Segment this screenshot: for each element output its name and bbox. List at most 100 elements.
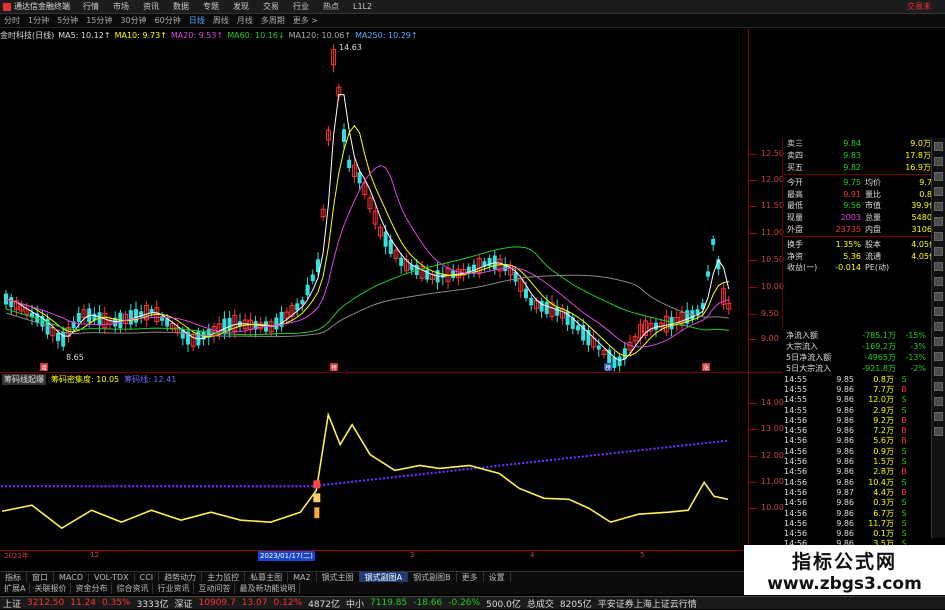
tool-icon[interactable]	[934, 337, 943, 346]
time-label: 5	[640, 551, 645, 559]
chip-dot	[633, 449, 636, 453]
period-day[interactable]: 日线	[185, 15, 209, 26]
tick-row: 14:55 9.85 0.8万 S	[784, 374, 907, 384]
chip-indicator-chart[interactable]	[0, 372, 748, 550]
chip-dot	[187, 485, 191, 488]
tool-icon[interactable]	[934, 367, 943, 376]
chip-dot	[88, 485, 91, 488]
period-multi[interactable]: 多周期	[257, 15, 289, 26]
period-week[interactable]: 周线	[209, 15, 233, 26]
chip-dot	[251, 485, 254, 488]
tool-icon[interactable]	[934, 217, 943, 226]
indicator-tab[interactable]: 私募主图	[245, 571, 289, 583]
chip-dot	[426, 472, 429, 475]
chip-dot	[68, 485, 71, 488]
chip-dot	[32, 485, 36, 488]
tool-icon[interactable]	[934, 427, 943, 436]
menu-item-hot[interactable]: 热点	[316, 1, 346, 12]
indicator-tab[interactable]: 主力监控	[202, 571, 246, 583]
period-fenshi[interactable]: 分时	[0, 15, 24, 26]
info-tab[interactable]: 综合资讯	[112, 582, 154, 594]
tool-icon[interactable]	[934, 187, 943, 196]
chip-dot	[549, 458, 553, 462]
info-tab[interactable]: 互动问答	[194, 582, 236, 594]
indicator-tab[interactable]: 设置	[484, 571, 511, 583]
menu-item-industry[interactable]: 行业	[286, 1, 316, 12]
candle	[383, 231, 388, 247]
chip-dot	[0, 485, 4, 488]
candle	[274, 317, 279, 330]
tool-icon[interactable]	[934, 142, 943, 151]
tool-icon[interactable]	[934, 262, 943, 271]
menu-item-market[interactable]: 市场	[106, 1, 136, 12]
chip-dot	[167, 485, 171, 488]
chip-dot	[430, 471, 433, 475]
indicator-tab[interactable]: CCI	[135, 572, 160, 582]
chip-dot	[617, 451, 620, 454]
indicator-tab[interactable]: 更多	[457, 571, 484, 583]
menu-item-quote[interactable]: 行情	[76, 1, 106, 12]
tool-icon[interactable]	[934, 397, 943, 406]
chip-dot	[163, 485, 167, 488]
tool-icon[interactable]	[934, 172, 943, 181]
indicator-tab[interactable]: VOL-TDX	[89, 572, 135, 582]
tool-icon[interactable]	[934, 382, 943, 391]
chip-dot	[60, 485, 63, 488]
indicator-tab[interactable]: 指标	[0, 571, 27, 583]
total-label: 总成交	[526, 599, 554, 610]
indicator-tab[interactable]: MACD	[54, 572, 89, 582]
chip-dot	[199, 485, 203, 488]
tool-icon[interactable]	[934, 157, 943, 166]
menu-item-topic[interactable]: 专题	[196, 1, 226, 12]
tool-icon[interactable]	[934, 307, 943, 316]
period-month[interactable]: 月线	[233, 15, 257, 26]
indicator-tab[interactable]: 钢式副图B	[408, 571, 457, 583]
menu-item-discover[interactable]: 发现	[226, 1, 256, 12]
chip-dot	[239, 485, 242, 488]
indicator-tab[interactable]: 钢式副图A	[359, 571, 409, 583]
candlestick-chart[interactable]: 14.63 8.65 增 榜 榜 涨	[0, 41, 748, 372]
chip-dot	[346, 481, 350, 484]
chip-dot	[327, 483, 330, 486]
chip-dot	[311, 484, 314, 488]
chip-dot	[637, 449, 640, 452]
indicator-tab[interactable]: 窗口	[27, 571, 54, 583]
menu-item-news[interactable]: 资讯	[136, 1, 166, 12]
chip-dot	[76, 485, 79, 488]
menu-item-trade[interactable]: 交易	[256, 1, 286, 12]
period-1min[interactable]: 1分钟	[24, 15, 53, 26]
info-tab[interactable]: 资金分布	[71, 582, 113, 594]
info-tab[interactable]: 行业资讯	[153, 582, 195, 594]
tool-icon[interactable]	[934, 277, 943, 286]
chip-dot	[100, 485, 103, 488]
info-tab[interactable]: 最及新功能说明	[235, 582, 301, 594]
tick-list[interactable]: 14:55 9.85 0.8万 S 14:55 9.86 7.7万 B 14:55 9.86 12.…	[782, 374, 945, 550]
indicator-tab[interactable]: MA2	[288, 572, 317, 582]
trade-login-button[interactable]: 交易未	[907, 1, 931, 12]
tool-icon[interactable]	[934, 247, 943, 256]
tool-icon[interactable]	[934, 232, 943, 241]
indicator-tab[interactable]: 钢式主图	[317, 571, 360, 583]
chip-dot	[374, 477, 378, 481]
period-5min[interactable]: 5分钟	[53, 15, 82, 26]
sh-label: 上证	[3, 599, 22, 610]
tool-icon[interactable]	[934, 322, 943, 331]
chip-dot	[502, 464, 505, 467]
period-more[interactable]: 更多 >	[289, 15, 322, 26]
ma-legend: 金时科技(日线) MA5: 10.12↑ MA10: 9.73↑ MA20: 9…	[0, 29, 422, 41]
chip-dot	[128, 485, 131, 488]
info-tab[interactable]: 关联报价	[30, 582, 72, 594]
chip-dot	[597, 453, 600, 456]
period-30min[interactable]: 30分钟	[116, 15, 150, 26]
tool-icon[interactable]	[934, 352, 943, 361]
period-60min[interactable]: 60分钟	[151, 15, 185, 26]
menu-item-l1l2[interactable]: L1L2	[346, 2, 379, 11]
info-tab[interactable]: 扩展A	[0, 582, 31, 594]
tool-icon[interactable]	[934, 292, 943, 301]
chip-dot	[44, 485, 48, 488]
indicator-tab[interactable]: 趋势动力	[159, 571, 203, 583]
tool-icon[interactable]	[934, 412, 943, 421]
menu-item-data[interactable]: 数据	[166, 1, 196, 12]
tool-icon[interactable]	[934, 202, 943, 211]
period-15min[interactable]: 15分钟	[82, 15, 116, 26]
